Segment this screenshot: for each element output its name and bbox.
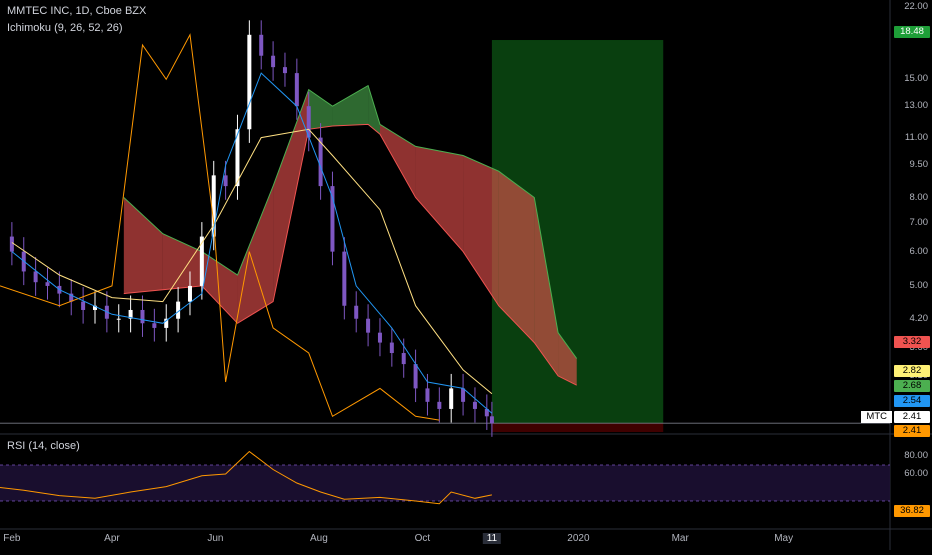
candle — [294, 73, 299, 107]
price-tag: 2.68 — [894, 380, 930, 392]
time-axis-label: Mar — [671, 533, 689, 544]
rsi-value-tag: 36.82 — [894, 505, 930, 517]
candle — [33, 271, 38, 283]
rsi-legend: RSI (14, close) — [7, 440, 80, 452]
candle — [449, 388, 454, 409]
rsi-axis-label: 60.00 — [904, 468, 928, 479]
candle — [116, 318, 121, 320]
candle — [489, 416, 494, 424]
ichimoku-legend: Ichimoku (9, 26, 52, 26) — [7, 22, 123, 34]
cloud-segment — [273, 89, 309, 302]
candle — [45, 282, 50, 286]
cloud-segment — [463, 155, 499, 306]
price-tag: 3.32 — [894, 336, 930, 348]
price-axis-label: 11.00 — [904, 131, 928, 143]
stop-zone — [491, 423, 664, 432]
candle — [318, 137, 323, 187]
price-tag: 2.41 — [894, 411, 930, 423]
cloud-segment — [123, 197, 163, 294]
candle — [366, 318, 371, 333]
candle — [223, 175, 228, 187]
price-axis-label: 9.50 — [909, 159, 929, 171]
candle — [271, 55, 276, 68]
candle — [187, 285, 192, 302]
candle — [152, 323, 157, 328]
candle — [401, 353, 406, 365]
chart-root[interactable]: MMTEC INC, 1D, Cboe BZX Ichimoku (9, 26,… — [0, 0, 932, 550]
candle — [377, 332, 382, 343]
price-axis-label: 6.00 — [909, 245, 929, 257]
price-tag: 2.82 — [894, 365, 930, 377]
candle — [330, 186, 335, 252]
rsi-axis-label: 80.00 — [904, 450, 928, 461]
time-axis-label: Oct — [414, 533, 431, 544]
candle — [389, 342, 394, 354]
lagging-span — [0, 33, 440, 421]
time-axis-label: 2020 — [567, 533, 590, 544]
price-tag: 18.48 — [894, 26, 930, 38]
time-axis-label: May — [774, 533, 794, 544]
chart-canvas[interactable] — [0, 0, 932, 550]
candle — [199, 236, 204, 286]
rsi-band — [0, 465, 890, 501]
candle — [140, 309, 145, 324]
candle — [247, 34, 252, 130]
price-axis-label: 22.00 — [904, 1, 928, 13]
candle — [259, 34, 264, 56]
candle — [413, 364, 418, 389]
candle — [354, 305, 359, 319]
candle — [9, 236, 14, 252]
candle — [437, 401, 442, 409]
price-axis-label: 15.00 — [904, 73, 928, 85]
cloud-segment — [415, 146, 464, 252]
time-axis-label: Jun — [207, 533, 224, 544]
time-axis-label: Apr — [104, 533, 120, 544]
symbol-tag: MTC — [861, 411, 892, 423]
price-axis-label: 13.00 — [904, 100, 928, 112]
candle — [472, 401, 477, 409]
price-axis-label: 8.00 — [909, 191, 929, 203]
chart-title: MMTEC INC, 1D, Cboe BZX — [7, 5, 147, 17]
candle — [282, 67, 287, 74]
price-axis-label: 5.00 — [909, 279, 929, 291]
price-tag: 2.54 — [894, 395, 930, 407]
candle — [81, 301, 86, 310]
candle — [461, 388, 466, 402]
cloud-segment — [332, 85, 369, 127]
time-axis-label: 11 — [482, 533, 502, 544]
time-axis-label: Aug — [309, 533, 328, 544]
price-tag: 2.41 — [894, 425, 930, 437]
candle — [425, 388, 430, 402]
time-axis-label: Feb — [3, 533, 21, 544]
cloud-segment — [237, 186, 274, 324]
candle — [342, 251, 347, 306]
price-axis-label: 4.20 — [909, 312, 929, 324]
price-axis-label: 7.00 — [909, 216, 929, 228]
